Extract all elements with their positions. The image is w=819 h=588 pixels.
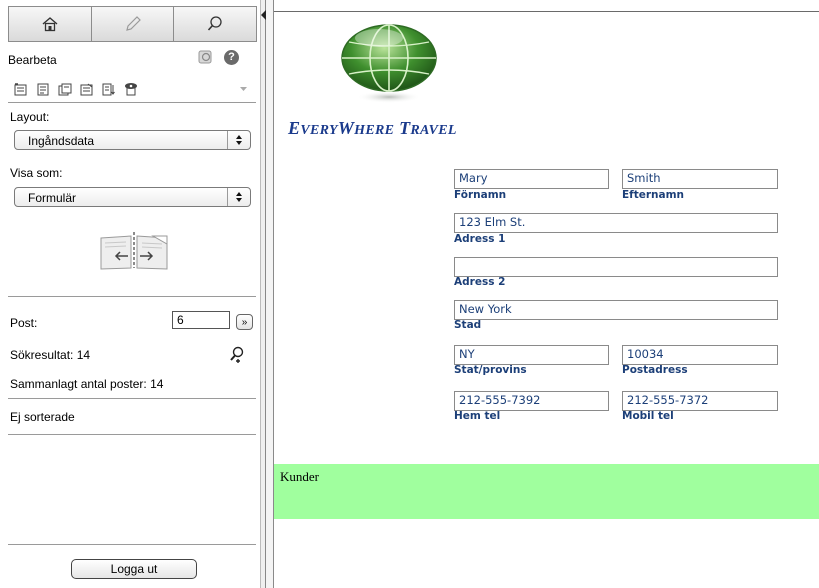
search-icon — [208, 16, 222, 31]
title-icons: ? — [198, 49, 239, 65]
first-name-label: Förnamn — [454, 189, 507, 201]
address2-field[interactable] — [454, 257, 778, 277]
browse-mode-button[interactable] — [9, 7, 92, 41]
record-label: Post: — [10, 316, 38, 330]
divider — [8, 398, 256, 399]
pencil-icon — [125, 16, 141, 31]
home-icon — [42, 17, 58, 32]
divider — [8, 102, 256, 103]
brand-part: RAVEL — [410, 123, 457, 138]
panel-title: Bearbeta — [8, 53, 57, 67]
sort-status-label: Ej sorterade — [10, 410, 75, 424]
state-field[interactable]: NY — [454, 345, 609, 365]
zip-label: Postadress — [622, 364, 688, 376]
address1-field[interactable]: 123 Elm St. — [454, 213, 778, 233]
state-label: Stat/provins — [454, 364, 527, 376]
found-count-label: Sökresultat: 14 — [10, 348, 91, 362]
footer-label: Kunder — [280, 469, 319, 484]
edit-record-icon[interactable] — [35, 82, 51, 97]
mobile-phone-label: Mobil tel — [622, 410, 674, 422]
help-icon[interactable]: ? — [224, 49, 239, 65]
record-book-icon[interactable] — [98, 228, 170, 270]
layout-edge — [266, 0, 274, 588]
divider — [8, 544, 256, 545]
home-phone-field[interactable]: 212-555-7392 — [454, 391, 609, 411]
mode-bar — [8, 6, 257, 42]
layout-select-value: Ingåndsdata — [28, 134, 95, 148]
view-as-select[interactable]: Formulär — [14, 187, 251, 207]
select-arrows-icon — [227, 131, 250, 149]
address2-label: Adress 2 — [454, 276, 506, 288]
city-label: Stad — [454, 319, 482, 331]
first-name-field[interactable]: Mary — [454, 169, 609, 189]
brand-part: HERE — [354, 123, 395, 138]
layout-select[interactable]: Ingåndsdata — [14, 130, 251, 150]
view-as-label: Visa som: — [10, 166, 63, 180]
brand-part: W — [337, 118, 355, 138]
edit-mode-button[interactable] — [92, 7, 175, 41]
sort-icon[interactable] — [101, 82, 117, 97]
total-records-label: Sammanlagt antal poster: 14 — [10, 377, 164, 391]
brand-part: VERY — [300, 123, 338, 138]
preview-icon[interactable] — [123, 82, 139, 97]
home-phone-label: Hem tel — [454, 410, 501, 422]
city-field[interactable]: New York — [454, 300, 778, 320]
brand-part: T — [399, 118, 411, 138]
layout-label: Layout: — [10, 110, 50, 124]
view-as-select-value: Formulär — [28, 191, 77, 205]
brand-part: E — [288, 118, 301, 138]
globe-logo — [341, 24, 437, 103]
chevron-down-icon[interactable] — [239, 86, 248, 92]
address1-label: Adress 1 — [454, 233, 506, 245]
new-record-icon[interactable] — [13, 82, 29, 97]
status-toolbar: Bearbeta ? Layout: Ingåndsdata Visa som:… — [0, 0, 260, 588]
record-toolbar — [8, 78, 256, 100]
footer-band: Kunder — [274, 464, 819, 519]
record-content: EVERYWHERE TRAVEL Mary Förnamn Smith Eft… — [274, 0, 819, 588]
logout-button[interactable]: Logga ut — [71, 559, 197, 579]
go-to-record-button[interactable]: » — [236, 314, 253, 330]
select-arrows-icon — [227, 188, 250, 206]
find-mode-button[interactable] — [174, 7, 256, 41]
divider — [8, 296, 256, 297]
divider — [8, 434, 256, 435]
duplicate-record-icon[interactable] — [57, 82, 73, 97]
record-number-input[interactable]: 6 — [172, 311, 230, 329]
zip-field[interactable]: 10034 — [622, 345, 778, 365]
help-contents-icon[interactable] — [198, 49, 214, 65]
last-name-label: Efternamn — [622, 189, 685, 201]
show-all-records-icon[interactable] — [229, 346, 245, 364]
mobile-phone-field[interactable]: 212-555-7372 — [622, 391, 778, 411]
delete-record-icon[interactable] — [79, 82, 95, 97]
top-border — [274, 11, 819, 12]
last-name-field[interactable]: Smith — [622, 169, 778, 189]
company-name: EVERYWHERE TRAVEL — [288, 118, 457, 139]
